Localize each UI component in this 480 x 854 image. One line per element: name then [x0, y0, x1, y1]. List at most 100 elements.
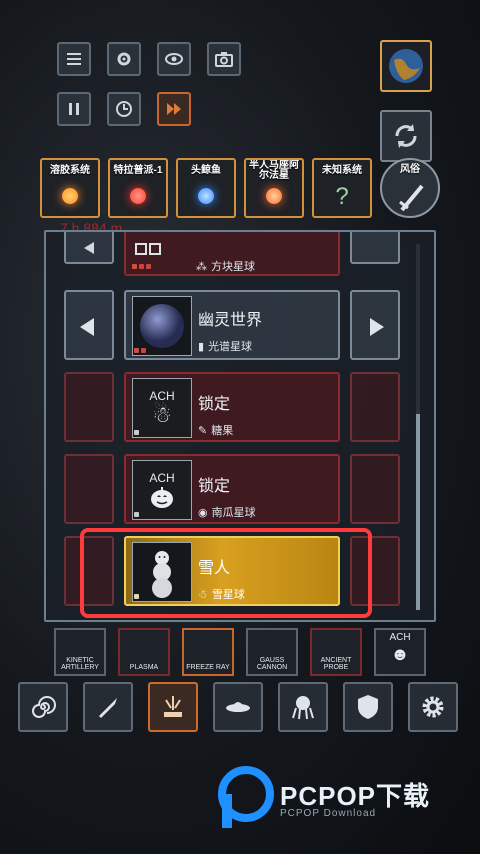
category-2[interactable]: 特拉普派-1 — [108, 158, 168, 218]
planet-button[interactable] — [380, 40, 432, 92]
weapon-label: FREEZE RAY — [186, 664, 230, 671]
empty-slot-right — [350, 454, 400, 524]
refresh-icon — [395, 124, 417, 148]
scrollbar-track[interactable] — [416, 244, 420, 610]
empty-slot-right — [350, 372, 400, 442]
missile-icon — [99, 698, 117, 718]
refresh-button[interactable] — [380, 110, 432, 162]
time-button[interactable] — [107, 92, 141, 126]
list-item-ghost-world[interactable]: 幽灵世界 ▮ 光谱星球 — [124, 290, 340, 360]
burst-icon — [164, 696, 182, 717]
pause-button[interactable] — [57, 92, 91, 126]
category-orb — [62, 188, 78, 204]
list-item-locked-pumpkin[interactable]: ACH 锁定 ◉ 南瓜星球 — [124, 454, 340, 524]
camera-icon — [215, 52, 233, 67]
tool-shield[interactable] — [343, 682, 393, 732]
pumpkin-icon — [151, 487, 173, 508]
clock-icon — [116, 101, 132, 117]
pause-icon — [69, 103, 79, 115]
previous-planet-button[interactable] — [64, 290, 114, 360]
eye-icon — [165, 53, 183, 65]
stormtrooper-icon: ☻ — [390, 644, 410, 664]
empty-slot-left — [64, 372, 114, 442]
weapon-label: PLASMA — [129, 664, 159, 671]
cube-icon — [130, 240, 170, 265]
planet-thumbnail — [132, 296, 192, 356]
tool-black-hole[interactable] — [18, 682, 68, 732]
list-item-subtitle: ▮ 光谱星球 — [198, 340, 253, 354]
level-dots — [134, 348, 146, 353]
category-4[interactable]: 半人马座阿尔法星 — [244, 158, 304, 218]
weapon-ancient-probe[interactable]: ANCIENT PROBE — [310, 628, 362, 676]
list-item-locked-candy[interactable]: ACH ☃ 锁定 ✎ 糖果 — [124, 372, 340, 442]
next-planet-button[interactable] — [350, 290, 400, 360]
left-arrow-icon — [84, 242, 94, 254]
pcpop-logo-icon — [218, 766, 274, 828]
level-dots — [134, 512, 139, 517]
list-item-subtitle: ◉ 南瓜星球 — [198, 506, 256, 520]
category-label: 半人马座阿尔法星 — [249, 160, 299, 181]
category-orb — [266, 188, 282, 204]
tool-missile[interactable] — [83, 682, 133, 732]
ufo-icon — [226, 702, 250, 712]
gingerbread-icon: ☃ — [152, 402, 172, 427]
level-dots — [132, 264, 151, 269]
shield-icon — [358, 695, 378, 719]
fast-forward-icon — [167, 103, 181, 115]
weapon-kinetic-artillery[interactable]: KINETIC ARTILLERY — [54, 628, 106, 676]
category-label: 未知系统 — [322, 165, 362, 176]
camera-button[interactable] — [207, 42, 241, 76]
category-orb — [130, 188, 146, 204]
weapon-gauss-cannon[interactable]: GAUSS CANNON — [246, 628, 298, 676]
achievement-badge: ACH — [389, 632, 411, 643]
list-item-title: 幽灵世界 — [198, 312, 263, 329]
planet-thumbnail: ACH ☃ — [132, 378, 192, 438]
left-arrow-icon — [80, 318, 94, 336]
category-label: 特拉普派-1 — [113, 165, 163, 176]
pumpkin-small-icon: ◉ — [198, 506, 208, 519]
achievement-badge: ACH — [149, 389, 175, 403]
weapon-plasma[interactable]: PLASMA — [118, 628, 170, 676]
tool-settings[interactable] — [408, 682, 458, 732]
menu-icon — [67, 53, 81, 65]
category-label: 溶胶系统 — [50, 165, 90, 176]
category-label: 风俗 — [400, 164, 420, 175]
menu-button[interactable] — [57, 42, 91, 76]
planet-icon — [389, 49, 423, 83]
weapon-locked[interactable]: ACH ☻ — [374, 628, 426, 676]
tool-laser[interactable] — [148, 682, 198, 732]
category-1[interactable]: 溶胶系统 — [40, 158, 100, 218]
category-label: 头鲸鱼 — [191, 165, 221, 176]
gear-icon — [422, 696, 444, 718]
watermark: PCPOP下载 PCPOP Download — [218, 764, 468, 834]
category-3[interactable]: 头鲸鱼 — [176, 158, 236, 218]
list-item-title: 锁定 — [198, 396, 231, 413]
list-item-title: 锁定 — [198, 478, 231, 495]
tool-octopus[interactable] — [278, 682, 328, 732]
scrollbar-thumb[interactable] — [416, 414, 420, 610]
level-dots — [134, 430, 139, 435]
tool-ufo[interactable] — [213, 682, 263, 732]
watermark-sub: PCPOP Download — [280, 808, 377, 819]
list-item[interactable]: ⁂ 方块星球 — [124, 232, 340, 276]
view-button[interactable] — [157, 42, 191, 76]
category-5[interactable]: 未知系统 ? — [312, 158, 372, 218]
empty-slot-left — [64, 454, 114, 524]
ghost-planet-icon — [140, 304, 184, 348]
category-6[interactable]: 风俗 — [380, 158, 440, 218]
candy-icon: ✎ — [198, 424, 208, 437]
question-icon: ? — [335, 183, 349, 210]
settings-button[interactable] — [107, 42, 141, 76]
weapon-label: KINETIC ARTILLERY — [61, 657, 99, 671]
spectrum-icon: ▮ — [198, 340, 205, 353]
achievement-badge: ACH — [149, 471, 175, 485]
octopus-icon — [292, 696, 314, 720]
weapon-label: GAUSS CANNON — [256, 657, 288, 671]
next-button-top[interactable] — [350, 232, 400, 264]
prev-button[interactable] — [64, 232, 114, 264]
list-item-subtitle: ✎ 糖果 — [198, 424, 234, 438]
weapon-freeze-ray[interactable]: FREEZE RAY — [182, 628, 234, 676]
right-arrow-icon — [370, 318, 384, 336]
cube-small-icon: ⁂ — [196, 260, 207, 273]
fast-forward-button[interactable] — [157, 92, 191, 126]
